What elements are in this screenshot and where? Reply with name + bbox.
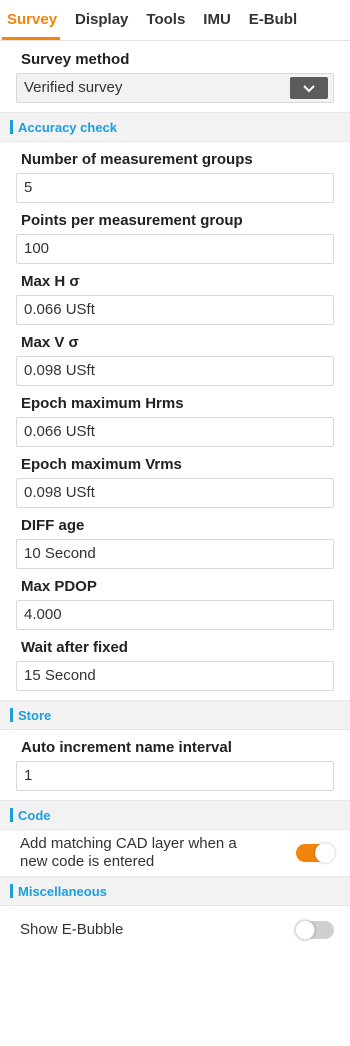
field-input-hrms[interactable]: 0.066 USft xyxy=(16,417,334,447)
field-input-max-h[interactable]: 0.066 USft xyxy=(16,295,334,325)
field-label-hrms: Epoch maximum Hrms xyxy=(21,395,184,412)
auto-increment-input[interactable]: 1 xyxy=(16,761,334,791)
field-input-points[interactable]: 100 xyxy=(16,234,334,264)
survey-method-label: Survey method xyxy=(21,51,130,68)
chevron-down-icon[interactable] xyxy=(290,77,328,99)
accuracy-check-header: Accuracy check xyxy=(0,112,350,142)
survey-method-value: Verified survey xyxy=(24,79,123,96)
misc-header: Miscellaneous xyxy=(0,876,350,906)
toggle-knob xyxy=(295,920,315,940)
field-label-wait: Wait after fixed xyxy=(21,639,128,656)
auto-increment-label: Auto increment name interval xyxy=(21,739,232,756)
tab-display[interactable]: Display xyxy=(66,0,137,40)
tab-ebubble[interactable]: E-Bubl xyxy=(240,0,306,40)
misc-title: Miscellaneous xyxy=(18,883,107,899)
field-label-diff-age: DIFF age xyxy=(21,517,85,534)
tab-survey[interactable]: Survey xyxy=(0,0,66,40)
section-marker xyxy=(10,808,13,822)
field-label-pdop: Max PDOP xyxy=(21,578,97,595)
field-input-pdop[interactable]: 4.000 xyxy=(16,600,334,630)
field-input-groups[interactable]: 5 xyxy=(16,173,334,203)
tab-tools[interactable]: Tools xyxy=(137,0,194,40)
section-marker xyxy=(10,708,13,722)
cad-layer-label: Add matching CAD layer when a new code i… xyxy=(20,835,237,871)
accuracy-check-title: Accuracy check xyxy=(18,119,118,135)
field-label-vrms: Epoch maximum Vrms xyxy=(21,456,182,473)
cad-layer-label-line1: Add matching CAD layer when a xyxy=(20,835,237,852)
ebubble-toggle[interactable] xyxy=(295,920,334,940)
field-label-groups: Number of measurement groups xyxy=(21,151,253,168)
section-marker xyxy=(10,120,13,134)
tab-bar: Survey Display Tools IMU E-Bubl xyxy=(0,0,350,41)
field-input-max-v[interactable]: 0.098 USft xyxy=(16,356,334,386)
field-label-points: Points per measurement group xyxy=(21,212,243,229)
survey-method-select[interactable]: Verified survey xyxy=(16,73,334,103)
store-header: Store xyxy=(0,700,350,730)
ebubble-label: Show E-Bubble xyxy=(20,921,124,938)
tab-imu[interactable]: IMU xyxy=(194,0,240,40)
store-title: Store xyxy=(18,707,52,723)
cad-layer-label-line2: new code is entered xyxy=(20,853,155,870)
field-input-wait[interactable]: 15 Second xyxy=(16,661,334,691)
field-input-vrms[interactable]: 0.098 USft xyxy=(16,478,334,508)
cad-layer-toggle[interactable] xyxy=(296,843,335,863)
ebubble-row: Show E-Bubble xyxy=(0,906,350,954)
code-title: Code xyxy=(18,807,51,823)
field-label-max-v: Max V σ xyxy=(21,334,79,351)
section-marker xyxy=(10,884,13,898)
field-input-diff-age[interactable]: 10 Second xyxy=(16,539,334,569)
toggle-knob xyxy=(315,843,335,863)
cad-layer-row: Add matching CAD layer when a new code i… xyxy=(0,830,350,876)
code-header: Code xyxy=(0,800,350,830)
field-label-max-h: Max H σ xyxy=(21,273,80,290)
